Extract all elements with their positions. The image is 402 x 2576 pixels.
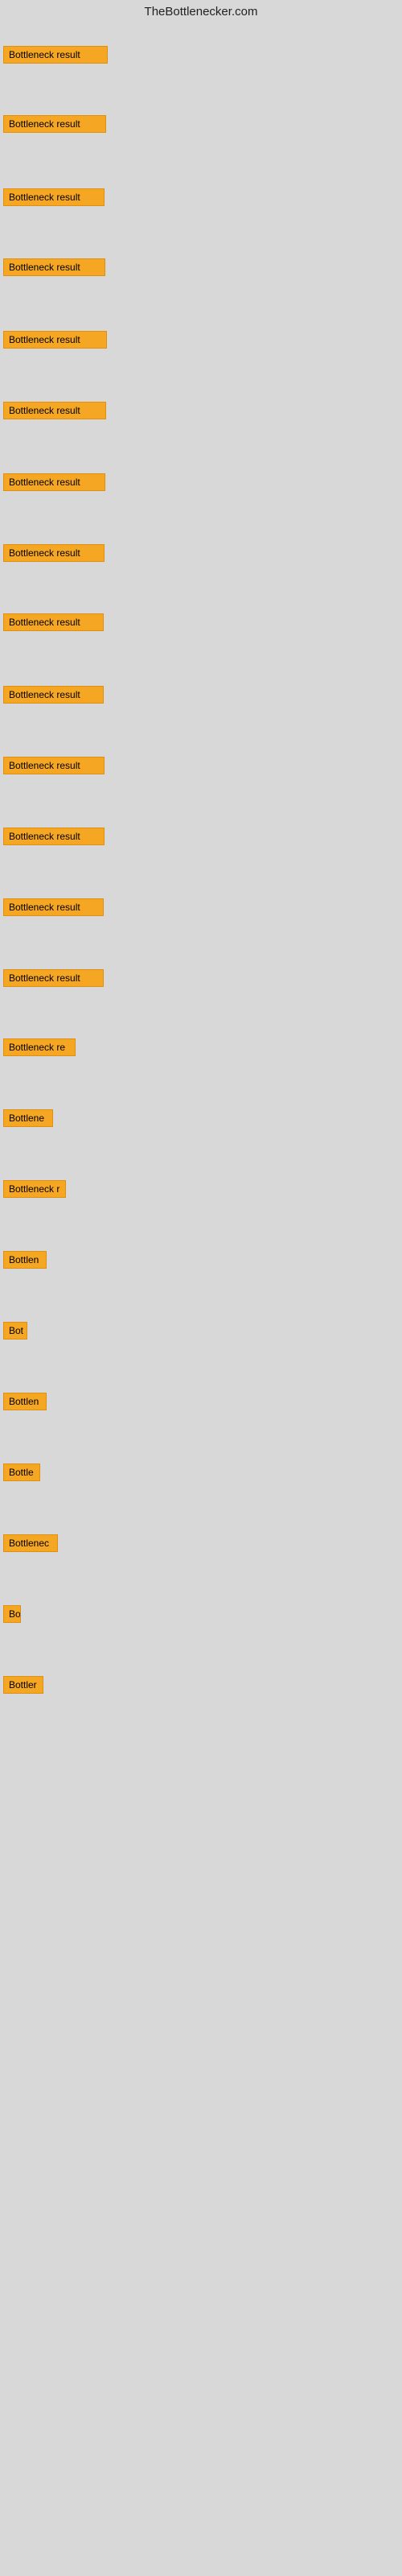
bottleneck-item-2[interactable]: Bottleneck result bbox=[3, 188, 105, 210]
bottleneck-badge[interactable]: Bottlen bbox=[3, 1393, 47, 1410]
bottleneck-item-0[interactable]: Bottleneck result bbox=[3, 46, 108, 68]
bottleneck-item-6[interactable]: Bottleneck result bbox=[3, 473, 105, 495]
bottleneck-item-9[interactable]: Bottleneck result bbox=[3, 686, 104, 708]
bottleneck-badge[interactable]: Bottleneck result bbox=[3, 188, 105, 206]
bottleneck-badge[interactable]: Bottleneck re bbox=[3, 1038, 76, 1056]
bottleneck-badge[interactable]: Bo bbox=[3, 1605, 21, 1623]
page-container: TheBottlenecker.com Bottleneck result Bot… bbox=[0, 0, 402, 2576]
bottleneck-badge[interactable]: Bottleneck result bbox=[3, 757, 105, 774]
bottleneck-badge[interactable]: Bot bbox=[3, 1322, 27, 1340]
bottleneck-item-21[interactable]: Bottlenec bbox=[3, 1534, 58, 1556]
bottleneck-badge[interactable]: Bottler bbox=[3, 1676, 43, 1694]
bottleneck-badge[interactable]: Bottlenec bbox=[3, 1534, 58, 1552]
bottleneck-item-1[interactable]: Bottleneck result bbox=[3, 115, 106, 137]
bottleneck-badge[interactable]: Bottleneck result bbox=[3, 331, 107, 349]
bottleneck-item-15[interactable]: Bottlene bbox=[3, 1109, 53, 1131]
bottleneck-item-22[interactable]: Bo bbox=[3, 1605, 21, 1627]
bottleneck-badge[interactable]: Bottleneck result bbox=[3, 115, 106, 133]
bottleneck-item-16[interactable]: Bottleneck r bbox=[3, 1180, 66, 1202]
site-title: TheBottlenecker.com bbox=[0, 0, 402, 20]
bottleneck-item-18[interactable]: Bot bbox=[3, 1322, 27, 1344]
bottleneck-badge[interactable]: Bottlen bbox=[3, 1251, 47, 1269]
bottleneck-item-4[interactable]: Bottleneck result bbox=[3, 331, 107, 353]
bottleneck-badge[interactable]: Bottleneck result bbox=[3, 402, 106, 419]
bottleneck-item-14[interactable]: Bottleneck re bbox=[3, 1038, 76, 1060]
bottleneck-badge[interactable]: Bottleneck result bbox=[3, 544, 105, 562]
bottleneck-badge[interactable]: Bottleneck result bbox=[3, 46, 108, 64]
bottleneck-item-7[interactable]: Bottleneck result bbox=[3, 544, 105, 566]
bottleneck-item-11[interactable]: Bottleneck result bbox=[3, 828, 105, 849]
bottleneck-item-12[interactable]: Bottleneck result bbox=[3, 898, 104, 920]
bottleneck-item-10[interactable]: Bottleneck result bbox=[3, 757, 105, 778]
bottleneck-item-23[interactable]: Bottler bbox=[3, 1676, 43, 1698]
bottleneck-badge[interactable]: Bottleneck result bbox=[3, 686, 104, 704]
bottleneck-item-20[interactable]: Bottle bbox=[3, 1463, 40, 1485]
bottleneck-badge[interactable]: Bottleneck result bbox=[3, 898, 104, 916]
bottleneck-badge[interactable]: Bottleneck result bbox=[3, 969, 104, 987]
bottleneck-badge[interactable]: Bottleneck r bbox=[3, 1180, 66, 1198]
bottleneck-badge[interactable]: Bottlene bbox=[3, 1109, 53, 1127]
bottleneck-badge[interactable]: Bottleneck result bbox=[3, 473, 105, 491]
bottleneck-item-5[interactable]: Bottleneck result bbox=[3, 402, 106, 423]
bottleneck-item-3[interactable]: Bottleneck result bbox=[3, 258, 105, 280]
bottleneck-badge[interactable]: Bottle bbox=[3, 1463, 40, 1481]
bottleneck-badge[interactable]: Bottleneck result bbox=[3, 613, 104, 631]
bottleneck-badge[interactable]: Bottleneck result bbox=[3, 258, 105, 276]
bottleneck-badge[interactable]: Bottleneck result bbox=[3, 828, 105, 845]
bottleneck-item-13[interactable]: Bottleneck result bbox=[3, 969, 104, 991]
bottleneck-item-8[interactable]: Bottleneck result bbox=[3, 613, 104, 635]
bottleneck-item-19[interactable]: Bottlen bbox=[3, 1393, 47, 1414]
bottleneck-item-17[interactable]: Bottlen bbox=[3, 1251, 47, 1273]
